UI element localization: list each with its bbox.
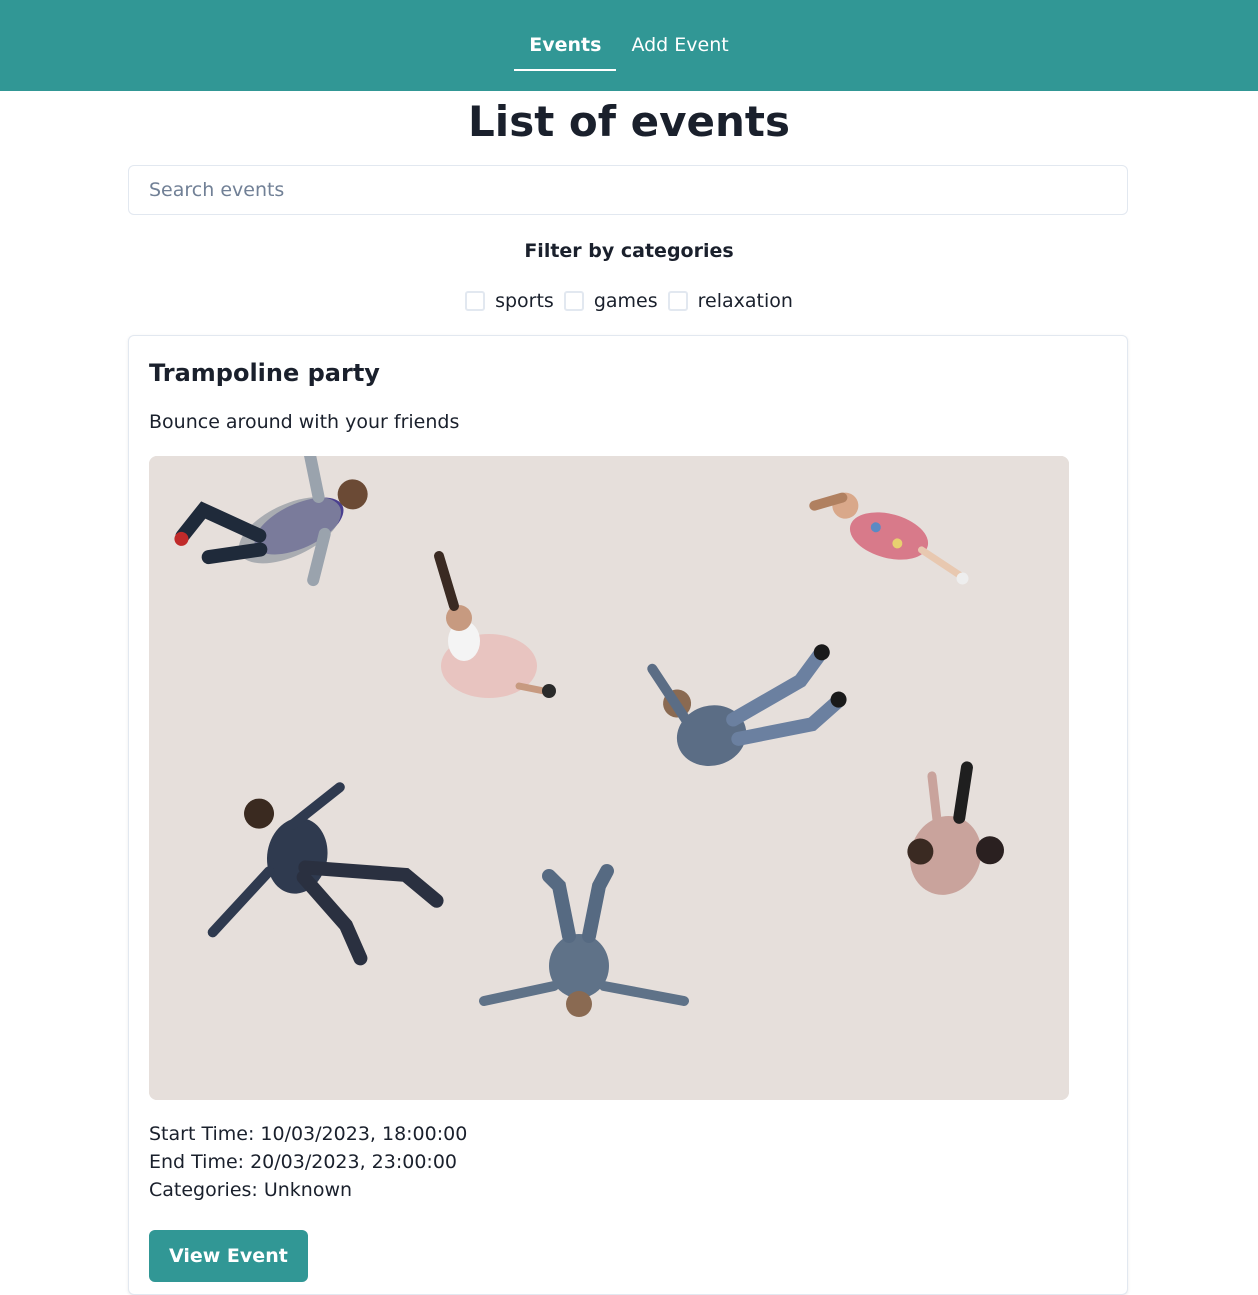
view-event-button[interactable]: View Event <box>149 1230 308 1282</box>
event-meta: Start Time: 10/03/2023, 18:00:00 End Tim… <box>149 1120 467 1204</box>
people-jumping-illustration <box>149 456 1069 1100</box>
event-image <box>149 456 1069 1100</box>
category-filters: sports games relaxation <box>0 287 1258 315</box>
event-title: Trampoline party <box>149 359 380 387</box>
filter-label-sports: sports <box>495 290 554 312</box>
filter-option-games[interactable]: games <box>563 287 658 315</box>
sports-checkbox[interactable] <box>465 291 486 311</box>
nav-link-add-event[interactable]: Add Event <box>616 0 743 71</box>
games-checkbox[interactable] <box>563 291 584 311</box>
event-categories: Categories: Unknown <box>149 1179 353 1201</box>
event-card: Trampoline party Bounce around with your… <box>128 335 1128 1295</box>
filter-label-games: games <box>593 290 658 312</box>
search-input[interactable] <box>128 165 1128 215</box>
filter-label-relaxation: relaxation <box>697 290 793 312</box>
event-description: Bounce around with your friends <box>149 411 460 433</box>
top-navbar: Events Add Event <box>0 0 1258 91</box>
filter-option-sports[interactable]: sports <box>465 287 554 315</box>
nav-link-events[interactable]: Events <box>514 0 617 71</box>
filter-heading: Filter by categories <box>524 240 734 262</box>
event-end-time: End Time: 20/03/2023, 23:00:00 <box>149 1151 458 1173</box>
relaxation-checkbox[interactable] <box>667 291 688 311</box>
page-title: List of events <box>468 97 790 146</box>
event-start-time: Start Time: 10/03/2023, 18:00:00 <box>149 1123 468 1145</box>
filter-option-relaxation[interactable]: relaxation <box>667 287 793 315</box>
